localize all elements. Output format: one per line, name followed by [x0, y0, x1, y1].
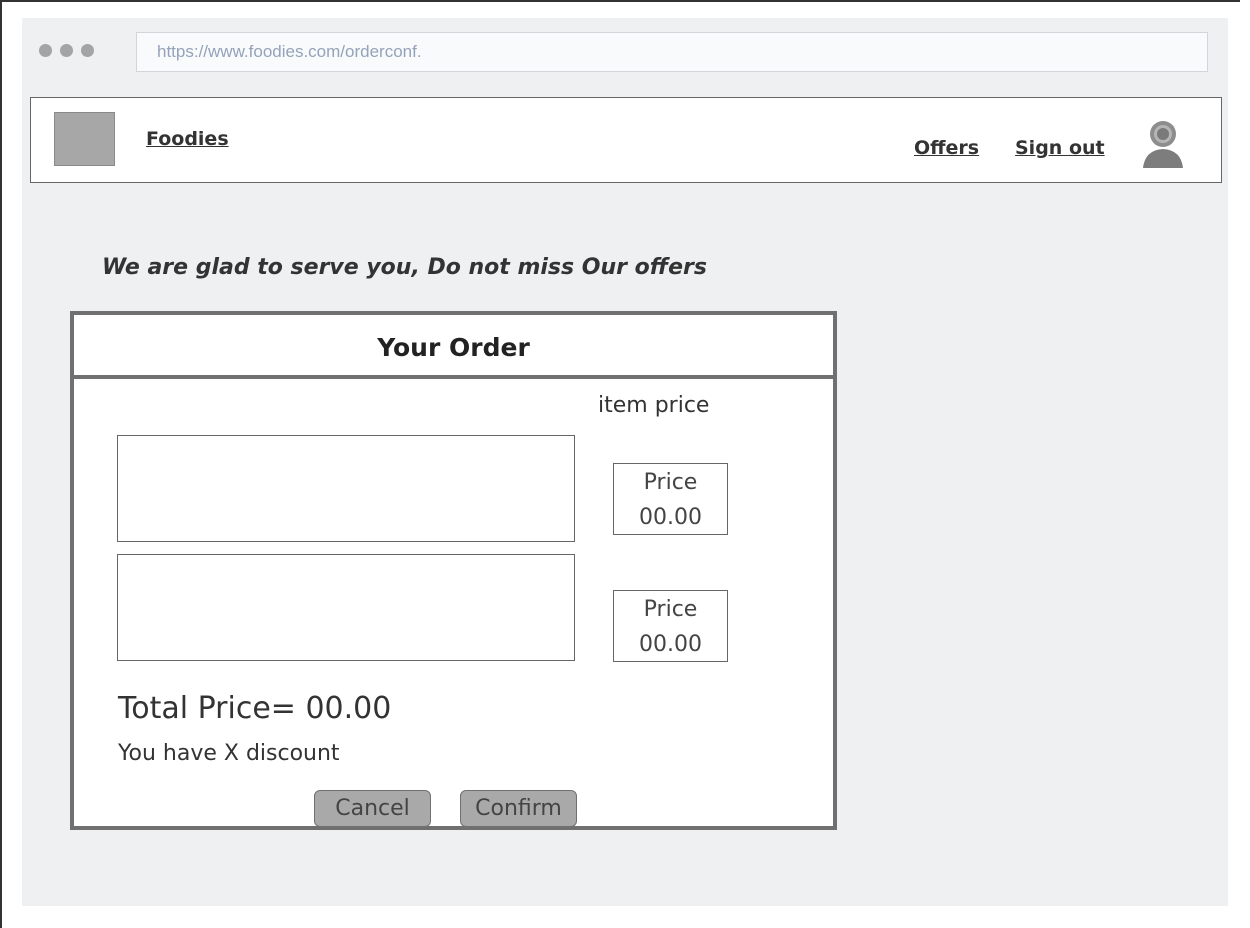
- sign-out-link[interactable]: Sign out: [1015, 137, 1105, 159]
- window-left-border: [0, 0, 6, 928]
- discount-note: You have X discount: [118, 741, 340, 766]
- browser-window: https://www.foodies.com/orderconf. Foodi…: [22, 18, 1228, 906]
- window-dot-icon[interactable]: [81, 44, 94, 57]
- item-price-column-label: item price: [598, 393, 710, 418]
- item-price-box: Price 00.00: [613, 463, 728, 535]
- total-price: Total Price= 00.00: [118, 691, 392, 726]
- promo-tagline: We are glad to serve you, Do not miss Ou…: [102, 255, 707, 280]
- site-header: Foodies Offers Sign out: [30, 97, 1222, 183]
- price-label: Price: [643, 597, 698, 622]
- order-item-box: [117, 435, 575, 542]
- address-bar[interactable]: https://www.foodies.com/orderconf.: [136, 32, 1208, 72]
- window-dot-icon[interactable]: [60, 44, 73, 57]
- window-top-border: [0, 0, 1240, 2]
- confirm-button[interactable]: Confirm: [460, 790, 577, 827]
- brand-link[interactable]: Foodies: [146, 128, 229, 150]
- window-dot-icon[interactable]: [39, 44, 52, 57]
- price-label: Price: [643, 470, 698, 495]
- cancel-button[interactable]: Cancel: [314, 790, 431, 827]
- order-title: Your Order: [74, 315, 833, 379]
- logo-placeholder[interactable]: [54, 112, 115, 166]
- offers-link[interactable]: Offers: [914, 137, 979, 159]
- price-value: 00.00: [639, 505, 702, 530]
- order-panel: Your Order item price Price 00.00 Price …: [70, 311, 837, 830]
- price-value: 00.00: [639, 632, 702, 657]
- user-avatar-icon[interactable]: [1141, 118, 1185, 170]
- item-price-box: Price 00.00: [613, 590, 728, 662]
- order-item-box: [117, 554, 575, 661]
- window-controls: [39, 44, 94, 57]
